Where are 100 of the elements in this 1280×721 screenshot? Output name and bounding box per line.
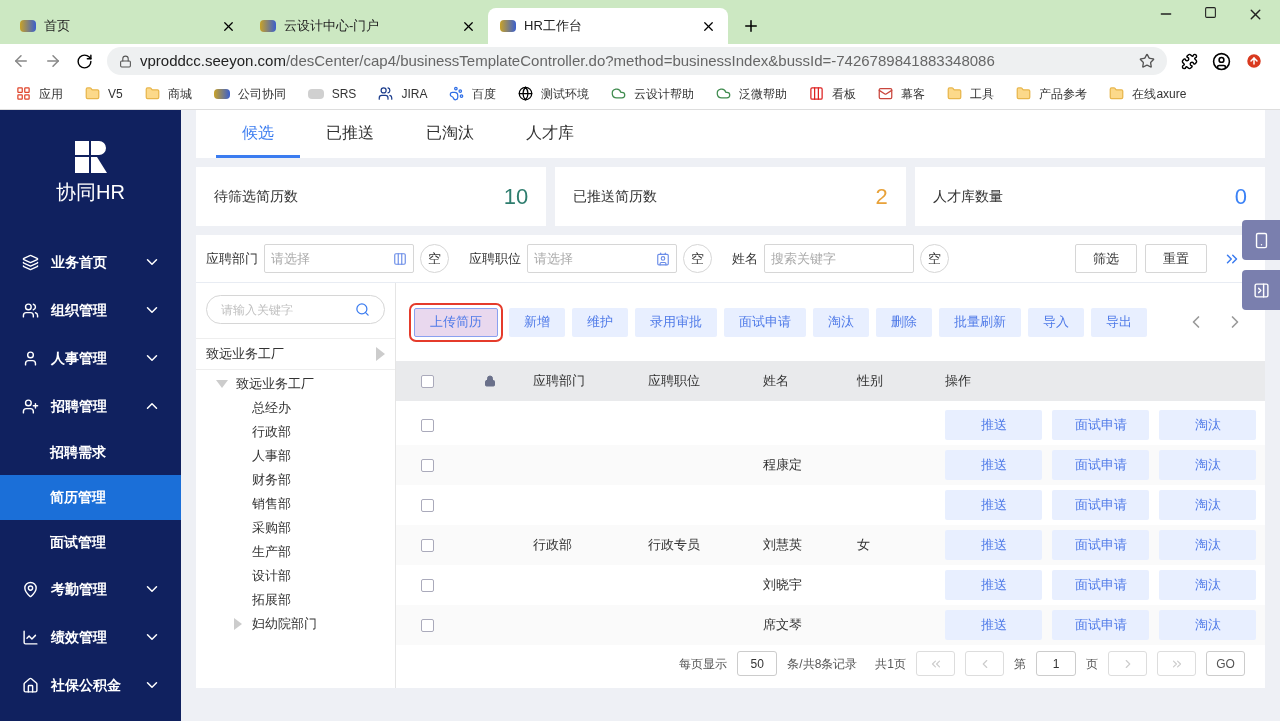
bookmark[interactable]: 产品参考 (1016, 84, 1088, 103)
profile-icon[interactable] (1212, 51, 1231, 71)
action-button[interactable]: 推送 (945, 570, 1042, 600)
search-icon[interactable] (355, 302, 370, 317)
bookmark[interactable]: 应用 (16, 84, 63, 103)
page-tab[interactable]: 人才库 (500, 110, 600, 158)
star-icon[interactable] (1139, 53, 1155, 69)
extensions-icon[interactable] (1181, 52, 1198, 70)
table-cell-text: 女 (857, 536, 871, 555)
row-checkbox[interactable] (421, 618, 434, 632)
picker-icon[interactable] (393, 251, 407, 266)
toolbar-button[interactable]: 批量刷新 (939, 307, 1021, 337)
menu-item[interactable]: 绩效管理 (0, 613, 181, 661)
action-button[interactable]: 面试申请 (1052, 410, 1149, 440)
forward-icon[interactable] (44, 52, 62, 70)
action-button[interactable]: 淘汰 (1159, 570, 1256, 600)
toolbar-button[interactable]: 新增 (509, 307, 565, 337)
menu-item[interactable]: 招聘管理 (0, 382, 181, 430)
bookmark[interactable]: 测试环境 (518, 84, 590, 103)
action-button[interactable]: 淘汰 (1159, 450, 1256, 480)
action-button[interactable]: 推送 (945, 490, 1042, 520)
toolbar-button[interactable]: 导入 (1028, 307, 1084, 337)
action-button[interactable]: 推送 (945, 530, 1042, 560)
action-button[interactable]: 淘汰 (1159, 610, 1256, 640)
browser-tab[interactable]: HR工作台 (488, 8, 728, 44)
page-field[interactable]: 1 (1036, 651, 1076, 676)
tree-item[interactable]: 妇幼院部门 (234, 612, 395, 636)
row-checkbox[interactable] (421, 458, 434, 472)
page-tab[interactable]: 已淘汰 (400, 110, 500, 158)
filter-label: 应聘职位 (469, 249, 521, 268)
page-tab[interactable]: 已推送 (300, 110, 400, 158)
per-page-field[interactable]: 50 (737, 651, 778, 676)
toolbar-button[interactable]: 维护 (572, 307, 628, 337)
phone-widget[interactable] (1242, 220, 1280, 260)
address-bar[interactable]: vproddcc.seeyon.com/desCenter/cap4/businessTemplateController.do?method=businessIndex&bussId=-7426789841883348086 (107, 47, 1167, 75)
tree-item[interactable]: 销售部 (234, 492, 395, 516)
tree-item[interactable]: 总经办 (234, 396, 395, 420)
tree-header[interactable]: 致远业务工厂 (196, 338, 395, 370)
toolbar-button[interactable]: 面试申请 (724, 307, 806, 337)
submenu-item[interactable]: 面试管理 (0, 520, 181, 565)
bookmark[interactable]: 公司协同 (213, 84, 286, 103)
action-button[interactable]: 推送 (945, 610, 1042, 640)
update-icon[interactable] (1245, 52, 1263, 70)
tree-item[interactable]: 致远业务工厂 (216, 372, 395, 396)
tree-item[interactable]: 财务部 (234, 468, 395, 492)
tree-item[interactable]: 拓展部 (234, 588, 395, 612)
checkbox[interactable] (421, 374, 434, 388)
toolbar-button[interactable]: 删除 (876, 307, 932, 337)
action-button[interactable]: 推送 (945, 450, 1042, 480)
menu-item[interactable]: 社保公积金 (0, 661, 181, 709)
action-button[interactable]: 淘汰 (1159, 530, 1256, 560)
bookmark[interactable]: V5 (85, 84, 123, 103)
action-button[interactable]: 淘汰 (1159, 410, 1256, 440)
tree-item[interactable]: 人事部 (234, 444, 395, 468)
tree-item[interactable]: 行政部 (234, 420, 395, 444)
filter-button[interactable]: 筛选 (1075, 244, 1137, 273)
bookmark[interactable]: 工具 (947, 84, 995, 103)
toolbar-button[interactable]: 录用审批 (635, 307, 717, 337)
action-button[interactable]: 面试申请 (1052, 490, 1149, 520)
bookmark[interactable]: JIRA (378, 84, 428, 103)
action-button[interactable]: 面试申请 (1052, 610, 1149, 640)
bookmark[interactable]: 百度 (449, 84, 497, 103)
tree-item[interactable]: 采购部 (234, 516, 395, 540)
contact-icon[interactable] (656, 251, 670, 266)
menu-item[interactable]: 考勤管理 (0, 565, 181, 613)
reload-icon[interactable] (76, 52, 93, 70)
menu-item[interactable]: 组织管理 (0, 286, 181, 334)
page-tab[interactable]: 候选 (216, 110, 300, 158)
submenu-item[interactable]: 招聘需求 (0, 430, 181, 475)
tree-item[interactable]: 生产部 (234, 540, 395, 564)
bookmark[interactable]: 看板 (809, 84, 857, 103)
action-button[interactable]: 淘汰 (1159, 490, 1256, 520)
action-button[interactable]: 面试申请 (1052, 530, 1149, 560)
bookmark[interactable]: 幕客 (878, 84, 926, 103)
row-checkbox[interactable] (421, 538, 434, 552)
submenu-item[interactable]: 简历管理 (0, 475, 181, 520)
tree-item[interactable]: 设计部 (234, 564, 395, 588)
back-icon[interactable] (12, 52, 30, 70)
toolbar-button[interactable]: 淘汰 (813, 307, 869, 337)
go-button[interactable]: GO (1206, 651, 1245, 676)
bookmark[interactable]: 商城 (144, 84, 192, 103)
menu-item[interactable]: 业务首页 (0, 238, 181, 286)
panel-widget[interactable] (1242, 270, 1280, 310)
bookmark[interactable]: 云设计帮助 (611, 84, 695, 103)
action-button[interactable]: 面试申请 (1052, 570, 1149, 600)
new-tab-icon[interactable] (742, 17, 760, 35)
menu-item[interactable]: 人事管理 (0, 334, 181, 382)
maximize-icon[interactable] (1204, 6, 1217, 19)
bookmark[interactable]: SRS (307, 84, 357, 103)
row-checkbox[interactable] (421, 498, 434, 512)
action-button[interactable]: 推送 (945, 410, 1042, 440)
bookmark[interactable]: 泛微帮助 (716, 84, 788, 103)
action-button[interactable]: 面试申请 (1052, 450, 1149, 480)
bookmark[interactable]: 在线axure (1109, 84, 1187, 103)
browser-tab[interactable]: 云设计中心-门户 (248, 8, 488, 44)
filter-button[interactable]: 重置 (1145, 244, 1207, 273)
toolbar-button[interactable]: 导出 (1091, 307, 1147, 337)
row-checkbox[interactable] (421, 418, 434, 432)
browser-tab[interactable]: 首页 (8, 8, 248, 44)
row-checkbox[interactable] (421, 578, 434, 592)
